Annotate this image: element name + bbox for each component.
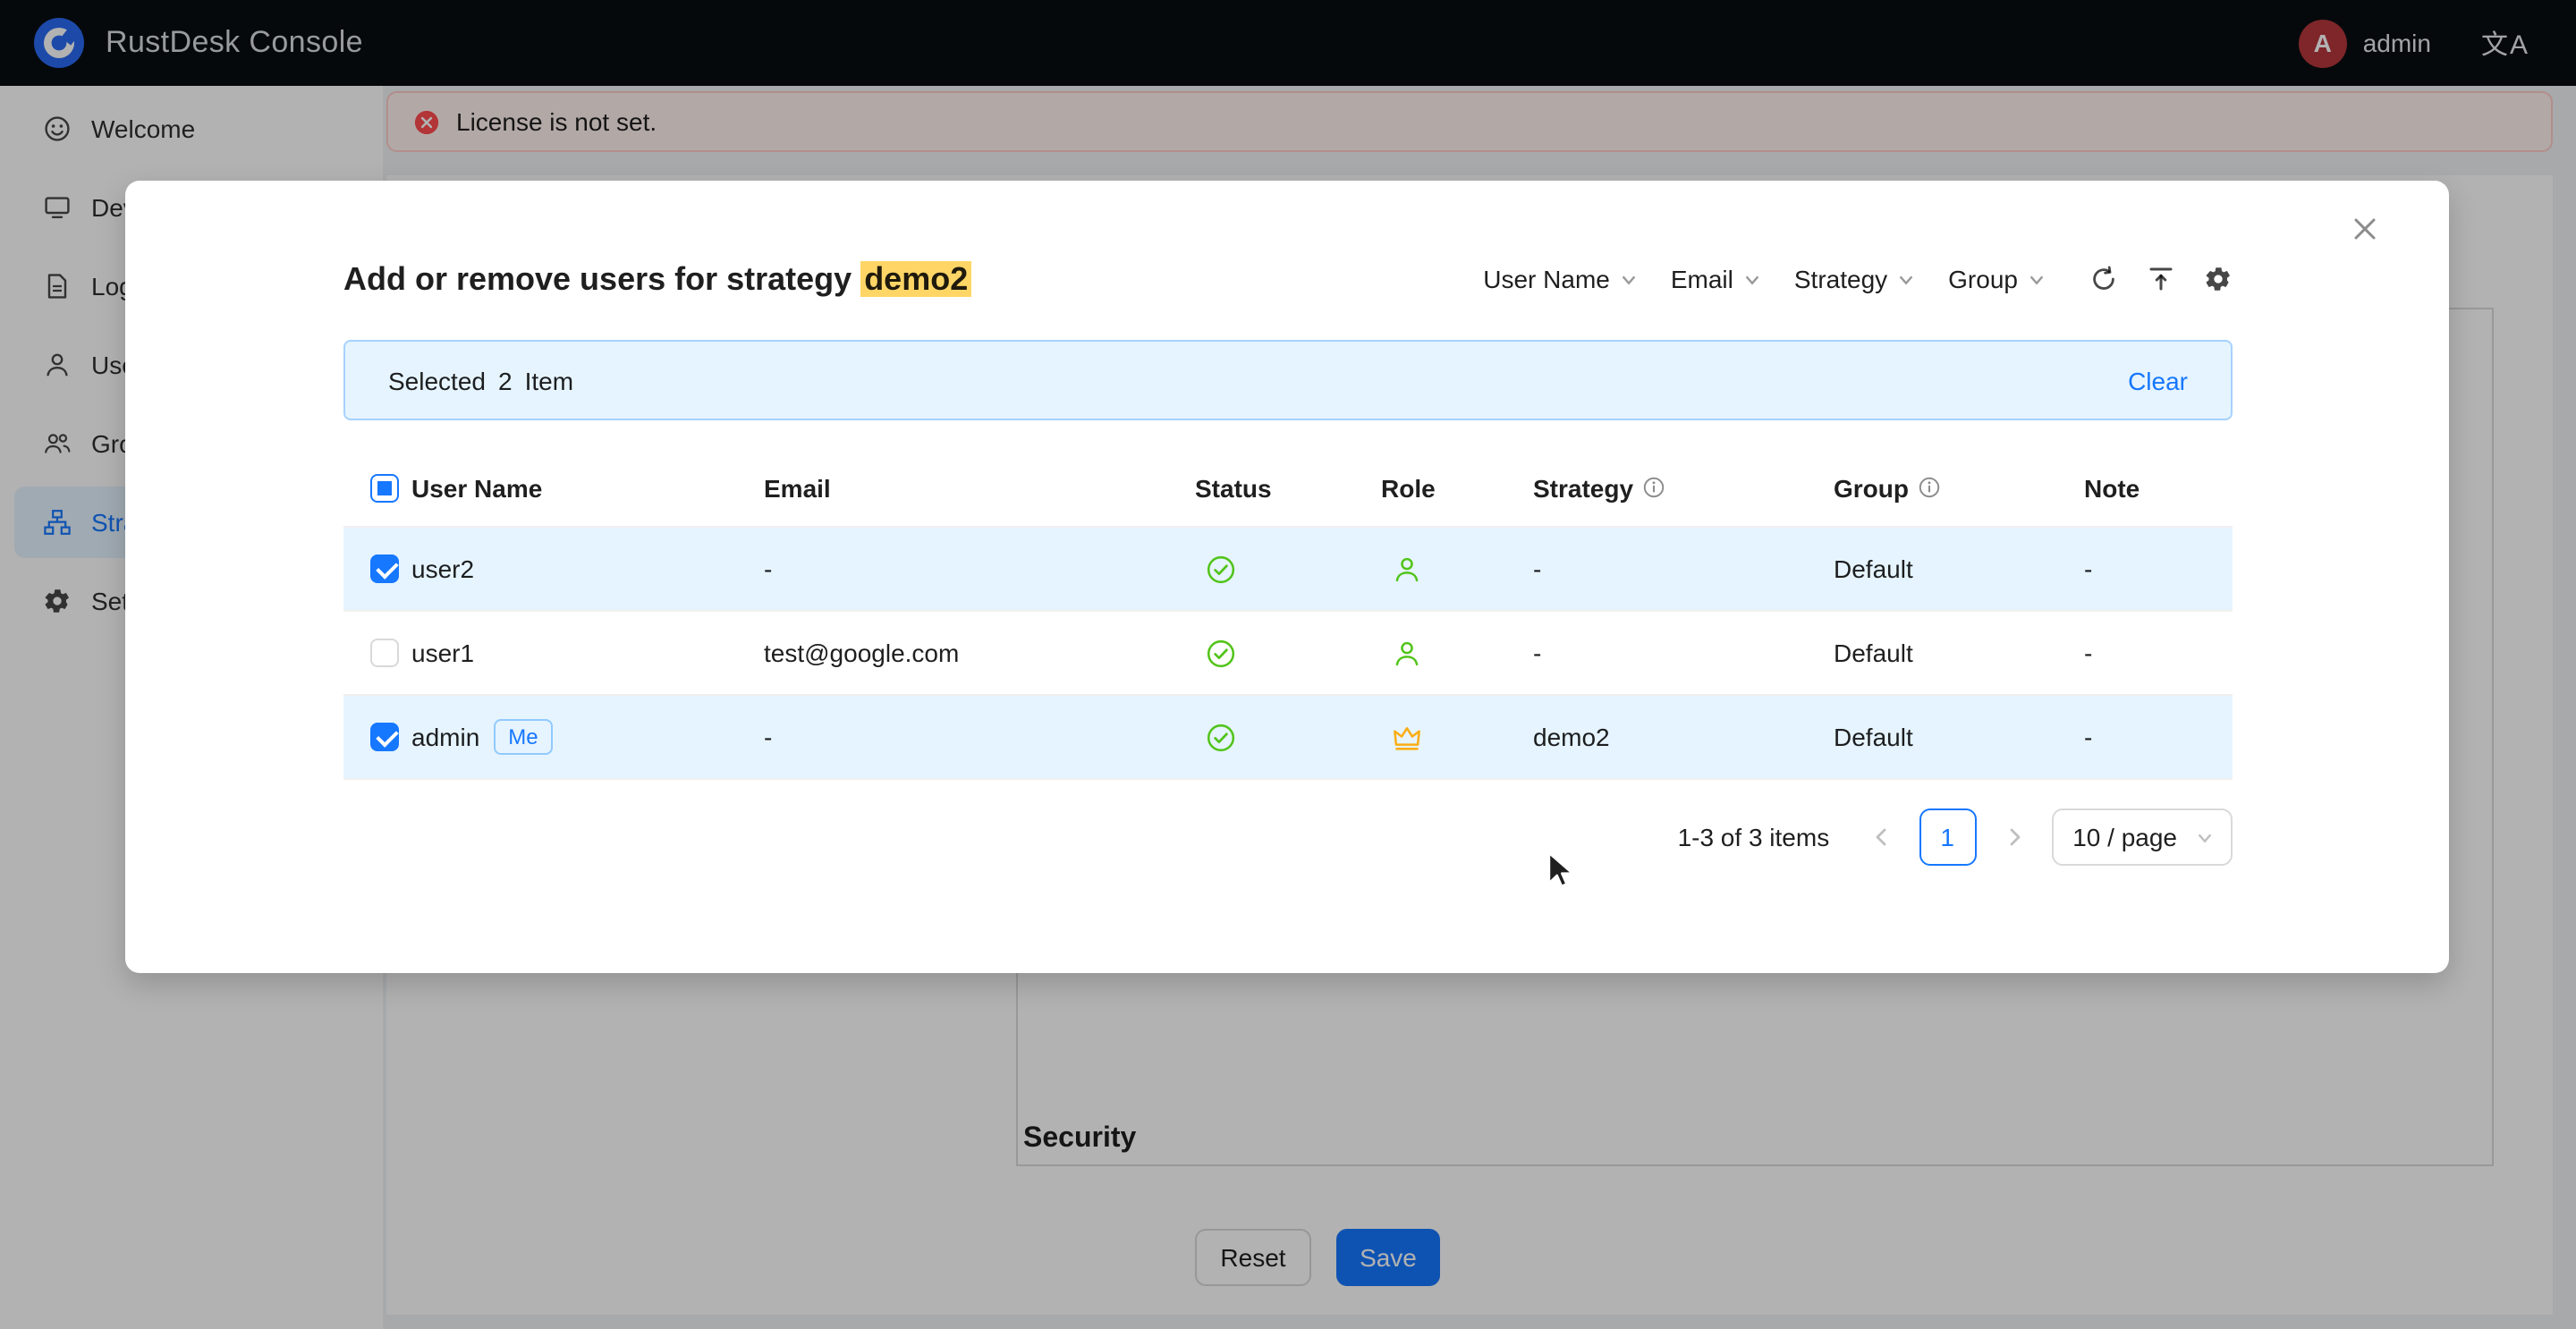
page-size-select[interactable]: 10 / page bbox=[2051, 808, 2233, 866]
reload-icon[interactable] bbox=[2089, 265, 2118, 293]
col-user-name: User Name bbox=[411, 473, 764, 502]
cell-strategy: - bbox=[1533, 639, 1834, 667]
cell-group: Default bbox=[1834, 723, 2084, 751]
page-size-value: 10 / page bbox=[2072, 823, 2177, 851]
selected-label: Selected bbox=[388, 366, 486, 394]
row-checkbox[interactable] bbox=[370, 723, 399, 751]
filter-label: Group bbox=[1948, 265, 2018, 293]
strategy-name-highlight: demo2 bbox=[860, 260, 971, 296]
cell-strategy: - bbox=[1533, 554, 1834, 583]
density-icon[interactable] bbox=[2147, 265, 2175, 293]
role-admin-crown-icon bbox=[1392, 722, 1422, 752]
add-remove-users-modal: Add or remove users for strategy demo2 U… bbox=[125, 181, 2449, 973]
status-enabled-icon bbox=[1206, 638, 1236, 668]
filter-strategy[interactable]: Strategy bbox=[1794, 265, 1916, 293]
cell-strategy: demo2 bbox=[1533, 723, 1834, 751]
chevron-down-icon bbox=[2195, 827, 2215, 847]
info-icon[interactable] bbox=[1918, 476, 1941, 499]
filter-label: Strategy bbox=[1794, 265, 1887, 293]
selection-info-bar: Selected 2 Item Clear bbox=[343, 340, 2233, 420]
cell-note: - bbox=[2084, 723, 2233, 751]
filter-label: Email bbox=[1671, 265, 1733, 293]
table-row-user2[interactable]: user2 - - Default - bbox=[343, 528, 2233, 612]
chevron-right-icon bbox=[2003, 826, 2024, 848]
chevron-down-icon bbox=[2027, 269, 2046, 289]
info-icon[interactable] bbox=[1642, 476, 1665, 499]
me-badge: Me bbox=[494, 719, 552, 755]
chevron-down-icon bbox=[1742, 269, 1762, 289]
cell-email: - bbox=[764, 554, 1195, 583]
cell-group: Default bbox=[1834, 554, 2084, 583]
col-strategy: Strategy bbox=[1533, 473, 1633, 502]
filter-group[interactable]: Group bbox=[1948, 265, 2046, 293]
clear-selection-link[interactable]: Clear bbox=[2128, 366, 2188, 394]
filter-user-name[interactable]: User Name bbox=[1483, 265, 1639, 293]
cell-user-name: user2 bbox=[411, 554, 764, 583]
pagination-total: 1-3 of 3 items bbox=[1678, 823, 1830, 851]
users-table: User Name Email Status Role Strategy Gro… bbox=[343, 449, 2233, 780]
table-header-row: User Name Email Status Role Strategy Gro… bbox=[343, 449, 2233, 528]
pagination: 1-3 of 3 items 1 10 / page bbox=[1678, 808, 2233, 866]
cell-note: - bbox=[2084, 639, 2233, 667]
pagination-next-button[interactable] bbox=[1990, 808, 2037, 866]
role-user-icon bbox=[1392, 554, 1422, 584]
cell-email: - bbox=[764, 723, 1195, 751]
row-checkbox[interactable] bbox=[370, 639, 399, 667]
col-group: Group bbox=[1834, 473, 1909, 502]
selected-item-label: Item bbox=[525, 366, 573, 394]
rustdesk-console-app: RustDesk Console A admin 文A Welcome Devi… bbox=[0, 0, 2576, 1329]
col-note: Note bbox=[2084, 473, 2233, 502]
pagination-prev-button[interactable] bbox=[1858, 808, 1904, 866]
select-all-checkbox[interactable] bbox=[370, 473, 399, 502]
modal-title: Add or remove users for strategy demo2 bbox=[343, 260, 971, 298]
status-enabled-icon bbox=[1206, 554, 1236, 584]
chevron-down-icon bbox=[1619, 269, 1639, 289]
table-row-user1[interactable]: user1 test@google.com - Default - bbox=[343, 612, 2233, 696]
close-icon[interactable] bbox=[2351, 215, 2379, 243]
col-status: Status bbox=[1195, 473, 1381, 502]
role-user-icon bbox=[1392, 638, 1422, 668]
col-role: Role bbox=[1381, 473, 1533, 502]
filter-email[interactable]: Email bbox=[1671, 265, 1762, 293]
cell-user-name: user1 bbox=[411, 639, 764, 667]
cell-group: Default bbox=[1834, 639, 2084, 667]
cell-user-name: admin bbox=[411, 723, 479, 751]
cell-note: - bbox=[2084, 554, 2233, 583]
status-enabled-icon bbox=[1206, 722, 1236, 752]
table-toolbar: User Name Email Strategy Group bbox=[1483, 265, 2233, 293]
col-email: Email bbox=[764, 473, 1195, 502]
filter-label: User Name bbox=[1483, 265, 1610, 293]
chevron-down-icon bbox=[1896, 269, 1916, 289]
row-checkbox[interactable] bbox=[370, 554, 399, 583]
settings-icon[interactable] bbox=[2204, 265, 2233, 293]
table-row-admin[interactable]: admin Me - demo2 Default - bbox=[343, 696, 2233, 780]
modal-title-text: Add or remove users for strategy bbox=[343, 260, 860, 296]
pagination-page-1[interactable]: 1 bbox=[1919, 808, 1976, 866]
cell-email: test@google.com bbox=[764, 639, 1195, 667]
selected-count: 2 bbox=[498, 366, 513, 394]
chevron-left-icon bbox=[1870, 826, 1892, 848]
